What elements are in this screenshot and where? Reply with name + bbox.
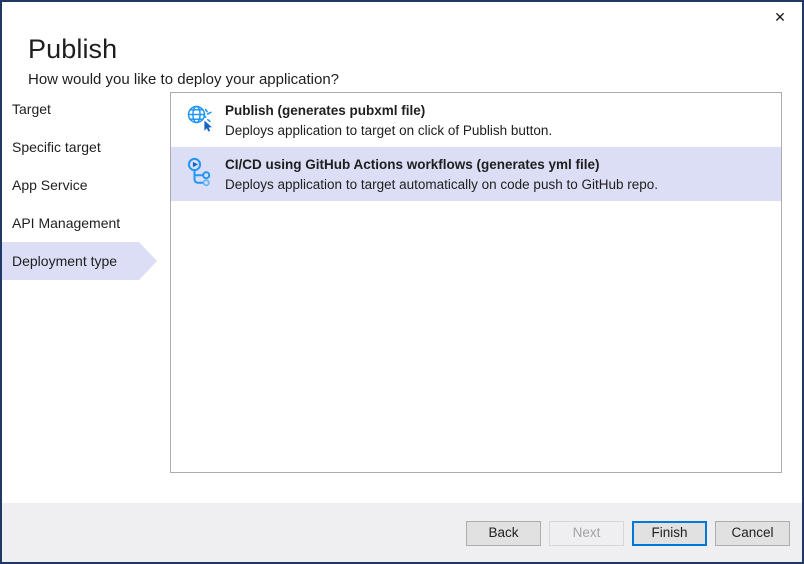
- option-text: Publish (generates pubxml file) Deploys …: [225, 102, 781, 140]
- sidebar-item-api-management[interactable]: API Management: [2, 204, 170, 242]
- option-title: CI/CD using GitHub Actions workflows (ge…: [225, 156, 781, 174]
- cancel-button[interactable]: Cancel: [715, 521, 790, 546]
- back-button[interactable]: Back: [466, 521, 541, 546]
- page-title: Publish: [28, 32, 802, 66]
- option-row-publish[interactable]: Publish (generates pubxml file) Deploys …: [171, 93, 781, 147]
- dialog-heading: Publish How would you like to deploy you…: [2, 32, 802, 90]
- sidebar-item-target[interactable]: Target: [2, 90, 170, 128]
- sidebar-item-app-service[interactable]: App Service: [2, 166, 170, 204]
- sidebar-arrow: [139, 242, 157, 280]
- option-title: Publish (generates pubxml file): [225, 102, 781, 120]
- publish-dialog: ✕ Publish How would you like to deploy y…: [0, 0, 804, 564]
- deployment-type-panel: Publish (generates pubxml file) Deploys …: [170, 92, 782, 473]
- sidebar-item-label: API Management: [12, 215, 120, 231]
- dialog-footer: Back Next Finish Cancel: [2, 503, 802, 562]
- globe-click-icon: [183, 102, 217, 137]
- page-subtitle: How would you like to deploy your applic…: [28, 70, 802, 90]
- sidebar-item-specific-target[interactable]: Specific target: [2, 128, 170, 166]
- cicd-pipeline-icon: [183, 156, 217, 191]
- sidebar-item-label: App Service: [12, 177, 87, 193]
- option-description: Deploys application to target on click o…: [225, 121, 781, 140]
- option-row-cicd-github-actions[interactable]: CI/CD using GitHub Actions workflows (ge…: [171, 147, 781, 201]
- next-button: Next: [549, 521, 624, 546]
- close-icon[interactable]: ✕: [758, 2, 802, 32]
- title-bar: ✕: [2, 2, 802, 32]
- sidebar-item-deployment-type[interactable]: Deployment type: [2, 242, 170, 280]
- sidebar-item-label: Target: [12, 101, 51, 117]
- option-description: Deploys application to target automatica…: [225, 175, 781, 194]
- sidebar-item-label: Deployment type: [12, 253, 117, 269]
- dialog-body: Target Specific target App Service API M…: [2, 90, 802, 503]
- option-text: CI/CD using GitHub Actions workflows (ge…: [225, 156, 781, 194]
- sidebar-item-label: Specific target: [12, 139, 101, 155]
- wizard-sidebar: Target Specific target App Service API M…: [2, 90, 170, 280]
- finish-button[interactable]: Finish: [632, 521, 707, 546]
